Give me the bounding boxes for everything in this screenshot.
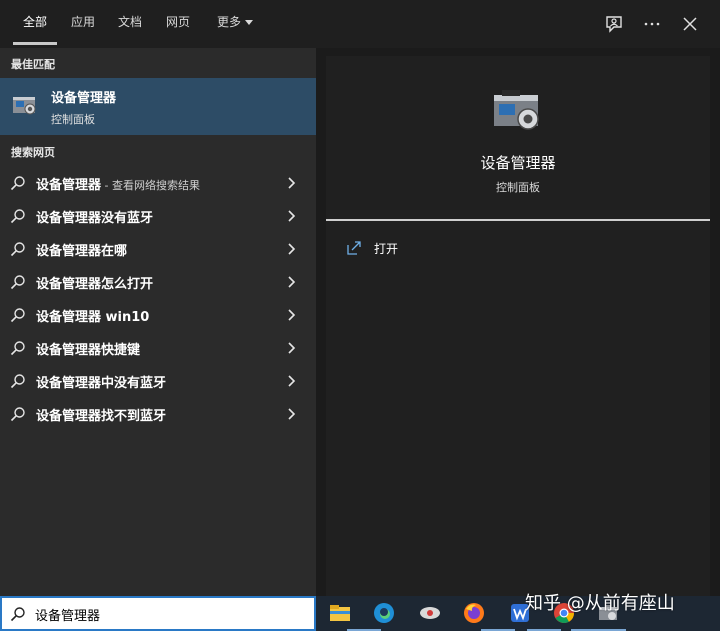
- web-search-row-label: 设备管理器 win10: [36, 306, 149, 325]
- app-icon[interactable]: [418, 601, 442, 625]
- chevron-down-icon: [245, 20, 253, 25]
- web-search-row-label: 设备管理器在哪: [36, 240, 127, 259]
- best-match-item[interactable]: 设备管理器 控制面板: [0, 78, 316, 135]
- tab-web[interactable]: 网页: [157, 0, 199, 46]
- search-icon: [10, 407, 25, 422]
- search-icon: [10, 607, 25, 622]
- query-text: 设备管理器快捷键: [36, 343, 141, 358]
- query-text: 设备管理器: [36, 178, 102, 193]
- chevron-right-icon[interactable]: [286, 275, 298, 289]
- web-search-row-label: 设备管理器 - 查看网络搜索结果: [36, 174, 200, 193]
- web-search-row-label: 设备管理器没有蓝牙: [36, 207, 153, 226]
- query-text: 设备管理器 win10: [36, 310, 150, 325]
- search-box[interactable]: [0, 596, 316, 631]
- web-search-row-label: 设备管理器中没有蓝牙: [36, 372, 166, 391]
- detail-panel: 设备管理器 控制面板 打开: [326, 56, 710, 596]
- more-options-icon[interactable]: [642, 14, 662, 34]
- chevron-right-icon[interactable]: [286, 374, 298, 388]
- web-search-header: 搜索网页: [11, 146, 55, 159]
- device-manager-icon: [494, 90, 539, 130]
- query-suffix: - 查看网络搜索结果: [101, 179, 200, 192]
- search-icon: [10, 209, 25, 224]
- best-match-subtitle: 控制面板: [51, 113, 95, 126]
- results-panel: 最佳匹配 设备管理器 控制面板 搜索网页 设备管理器 - 查看网络搜索结果 设备管…: [0, 48, 316, 596]
- detail-title: 设备管理器: [480, 154, 556, 172]
- web-search-row-label: 设备管理器怎么打开: [36, 273, 153, 292]
- chevron-right-icon[interactable]: [286, 209, 298, 223]
- web-search-row[interactable]: 设备管理器快捷键: [0, 331, 316, 364]
- divider: [326, 219, 710, 221]
- open-action[interactable]: 打开: [346, 237, 466, 259]
- web-search-row[interactable]: 设备管理器中没有蓝牙: [0, 364, 316, 397]
- web-search-row[interactable]: 设备管理器在哪: [0, 232, 316, 265]
- chevron-right-icon[interactable]: [286, 242, 298, 256]
- feedback-icon[interactable]: [604, 14, 624, 34]
- web-search-row-label: 设备管理器快捷键: [36, 339, 140, 358]
- chevron-right-icon[interactable]: [286, 308, 298, 322]
- query-text: 设备管理器中没有蓝牙: [36, 376, 167, 391]
- web-search-row-label: 设备管理器找不到蓝牙: [36, 405, 166, 424]
- open-label: 打开: [374, 242, 399, 256]
- chevron-right-icon[interactable]: [286, 407, 298, 421]
- device-manager-icon: [13, 97, 36, 115]
- web-search-row[interactable]: 设备管理器 - 查看网络搜索结果: [0, 166, 316, 199]
- query-text: 设备管理器在哪: [36, 244, 128, 259]
- web-search-row[interactable]: 设备管理器 win10: [0, 298, 316, 331]
- top-bar: 全部 应用 文档 网页 更多: [0, 0, 720, 48]
- file-explorer-icon[interactable]: [328, 601, 352, 625]
- web-search-row[interactable]: 设备管理器没有蓝牙: [0, 199, 316, 232]
- best-match-header: 最佳匹配: [11, 58, 55, 71]
- open-icon: [347, 241, 361, 255]
- chevron-right-icon[interactable]: [286, 176, 298, 190]
- query-text: 设备管理器怎么打开: [36, 277, 154, 292]
- tab-more[interactable]: 更多: [207, 0, 263, 46]
- watermark: 知乎 @从前有座山: [525, 593, 675, 614]
- close-icon[interactable]: [680, 14, 700, 34]
- detail-subtitle: 控制面板: [496, 181, 540, 194]
- web-search-row[interactable]: 设备管理器怎么打开: [0, 265, 316, 298]
- tab-apps[interactable]: 应用: [62, 0, 104, 46]
- search-icon: [10, 374, 25, 389]
- tab-documents[interactable]: 文档: [109, 0, 151, 46]
- query-text: 设备管理器找不到蓝牙: [36, 409, 167, 424]
- search-icon: [10, 242, 25, 257]
- firefox-icon[interactable]: [462, 601, 486, 625]
- active-tab-indicator: [13, 42, 57, 45]
- search-input[interactable]: [35, 603, 305, 625]
- search-icon: [10, 308, 25, 323]
- web-search-row[interactable]: 设备管理器找不到蓝牙: [0, 397, 316, 430]
- tab-all[interactable]: 全部: [13, 0, 57, 46]
- edge-icon[interactable]: [372, 601, 396, 625]
- query-text: 设备管理器没有蓝牙: [36, 211, 154, 226]
- chevron-right-icon[interactable]: [286, 341, 298, 355]
- search-icon: [10, 275, 25, 290]
- search-icon: [10, 176, 25, 191]
- best-match-title: 设备管理器: [51, 91, 117, 106]
- search-icon: [10, 341, 25, 356]
